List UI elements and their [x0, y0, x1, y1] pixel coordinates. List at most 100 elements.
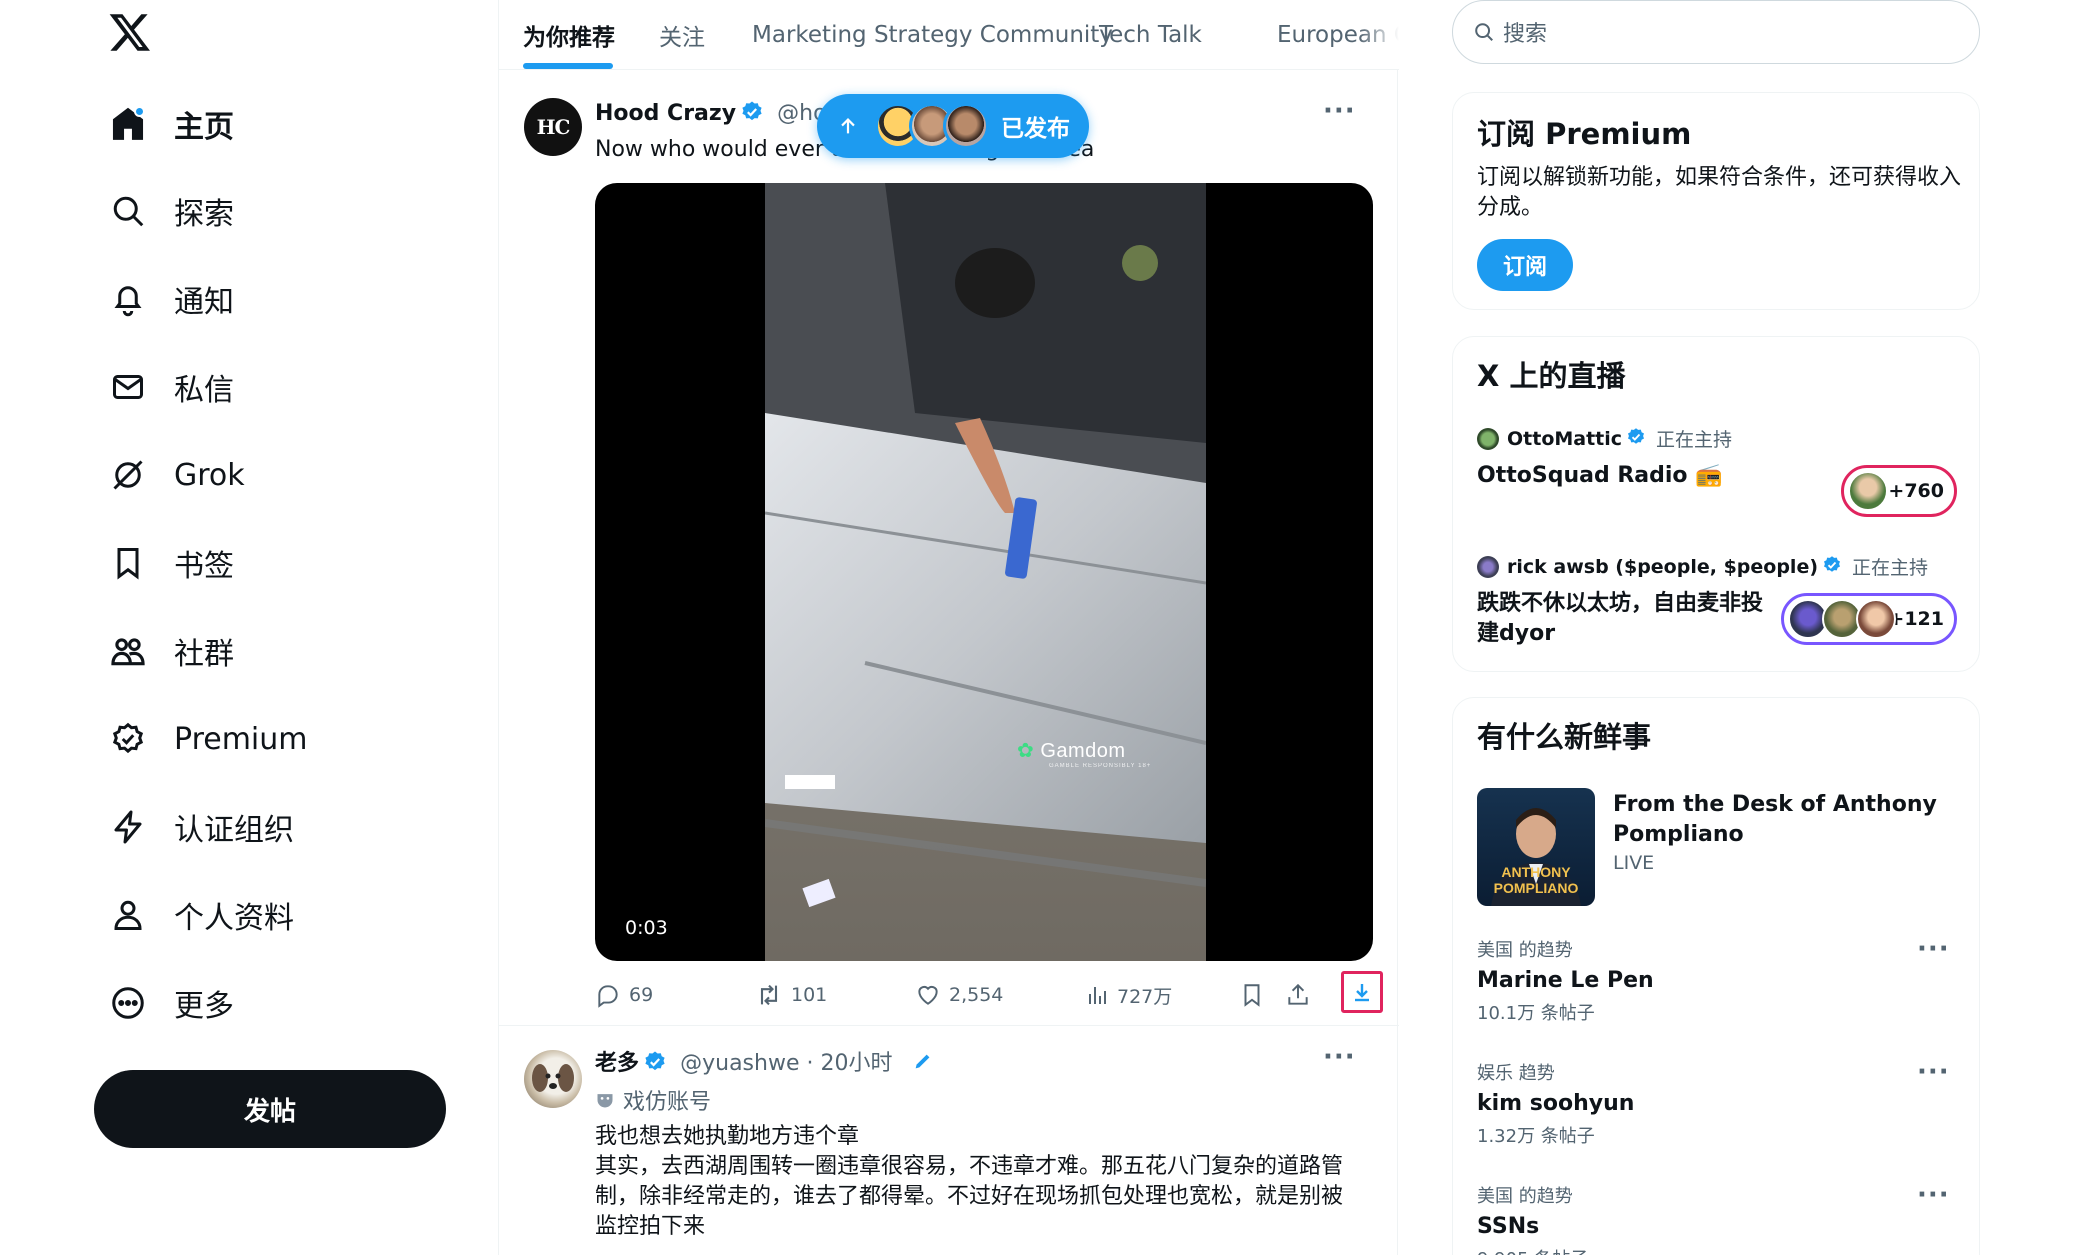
subscribe-button[interactable]: 订阅 [1477, 239, 1573, 291]
search-icon [108, 191, 148, 231]
retweet-icon [760, 984, 778, 1006]
retweet-button[interactable]: 101 [755, 975, 827, 1015]
view-count: 727万 [1117, 985, 1173, 1008]
hosting-status: 正在主持 [1852, 557, 1929, 579]
search-icon [1473, 21, 1495, 43]
space-title[interactable]: 跌跌不休以太坊，自由麦非投建dyor [1477, 589, 1777, 649]
notification-dot [134, 106, 145, 117]
author-name[interactable]: 老多 [595, 1051, 639, 1076]
main-timeline: 为你推荐 关注 Marketing Strategy Community Tec… [498, 0, 1399, 1255]
nav-item-bookmarks[interactable]: 书签 [108, 535, 234, 591]
nav-item-profile[interactable]: 个人资料 [108, 887, 294, 943]
tweet-line: 监控拍下来 [595, 1214, 706, 1239]
search-box[interactable]: 搜索 [1452, 0, 1980, 64]
host-avatar [1477, 427, 1499, 450]
author-handle-time[interactable]: @yuashwe · 20小时 [680, 1051, 892, 1076]
trend-item[interactable]: 美国 的趋势 SSNs 9,905 条帖子 [1477, 1182, 1957, 1255]
verified-badge-icon [1822, 555, 1846, 579]
trend-category: 美国 的趋势 [1477, 940, 1573, 961]
tab-marketing-strategy-community[interactable]: Marketing Strategy Community [752, 0, 1113, 69]
bookmark-icon [108, 543, 148, 583]
tab-tech-talk[interactable]: Tech Talk [1099, 0, 1202, 69]
tab-following[interactable]: 关注 [659, 0, 705, 69]
premium-text: 订阅以解锁新功能，如果符合条件，还可获得收入分成。 [1477, 165, 1962, 220]
podcast-title[interactable]: From the Desk of Anthony Pompliano [1613, 790, 1953, 850]
space-host-line[interactable]: rick awsb ($people, $people) 正在主持 [1477, 553, 1928, 580]
hosting-status: 正在主持 [1656, 429, 1733, 451]
premium-title: 订阅 Premium [1477, 117, 1692, 151]
premium-icon [108, 719, 148, 759]
tab-for-you[interactable]: 为你推荐 [523, 0, 615, 69]
tweet-divider [499, 1025, 1399, 1026]
video-player[interactable]: ✿ Gamdom GAMBLE RESPONSIBLY 18+ 0:03 [595, 183, 1373, 961]
bell-icon [108, 279, 148, 319]
nav-item-more[interactable]: 更多 [108, 975, 234, 1031]
tabs-fade [1359, 0, 1399, 69]
nav-item-home[interactable]: 主页 [108, 96, 234, 152]
share-button[interactable] [1285, 975, 1319, 1015]
nav-item-explore[interactable]: 探索 [108, 183, 234, 239]
like-button[interactable]: 2,554 [915, 975, 1003, 1015]
video-still [765, 183, 1206, 961]
search-placeholder: 搜索 [1503, 22, 1548, 47]
published-label: 已发布 [1001, 116, 1070, 142]
listener-count: +760 [1888, 480, 1944, 502]
nav-item-notifications[interactable]: 通知 [108, 271, 234, 327]
whats-happening-title: 有什么新鲜事 [1477, 720, 1652, 754]
trend-more-icon[interactable]: ··· [1917, 1057, 1950, 1087]
avatar[interactable]: HC [524, 98, 582, 156]
trend-count: 9,905 条帖子 [1477, 1245, 1957, 1255]
download-button[interactable] [1341, 971, 1383, 1013]
verified-badge-icon [1626, 427, 1650, 451]
share-icon [1288, 983, 1308, 1005]
nav-label: 社群 [174, 637, 234, 672]
left-sidebar: 主页 探索 通知 私信 Grok 书签 社群 Premium 认证组织 个人资料… [0, 0, 500, 1255]
nav-label: 更多 [174, 989, 234, 1024]
nav-item-grok[interactable]: Grok [108, 447, 245, 503]
author-name[interactable]: Hood Crazy [595, 101, 736, 126]
nav-label: 私信 [174, 373, 234, 408]
listener-avatar [1848, 471, 1888, 511]
nav-item-verified-orgs[interactable]: 认证组织 [108, 799, 294, 855]
space-listeners[interactable]: +121 [1781, 593, 1957, 645]
nav-label: 认证组织 [174, 813, 294, 848]
home-icon [108, 104, 148, 144]
reply-icon [598, 985, 618, 1008]
mail-icon [108, 367, 148, 407]
post-button[interactable]: 发帖 [94, 1070, 446, 1148]
more-options-icon[interactable]: ··· [1323, 1042, 1356, 1072]
published-pill[interactable]: 已发布 [817, 94, 1089, 158]
nav-label: Grok [174, 457, 245, 493]
tweet-header: Hood Crazy @hoo [595, 100, 840, 126]
trend-count: 10.1万 条帖子 [1477, 1003, 1595, 1024]
nav-item-communities[interactable]: 社群 [108, 623, 234, 679]
trend-name: kim soohyun [1477, 1091, 1635, 1116]
nav-item-premium[interactable]: Premium [108, 711, 308, 767]
nav-label: 主页 [174, 110, 234, 145]
reply-button[interactable]: 69 [595, 975, 653, 1015]
video-frame: ✿ Gamdom GAMBLE RESPONSIBLY 18+ [765, 183, 1206, 961]
trend-item[interactable]: 美国 的趋势 Marine Le Pen 10.1万 条帖子 [1477, 936, 1957, 1025]
space-listeners[interactable]: +760 [1841, 465, 1957, 517]
nav-item-messages[interactable]: 私信 [108, 359, 234, 415]
bookmark-button[interactable] [1239, 975, 1273, 1015]
bookmark-icon [1244, 984, 1260, 1007]
trend-item[interactable]: 娱乐 趋势 kim soohyun 1.32万 条帖子 [1477, 1059, 1957, 1148]
podcast-thumbnail[interactable]: ANTHONY POMPLIANO [1477, 788, 1595, 906]
space-title[interactable]: OttoSquad Radio 📻 [1477, 461, 1797, 491]
right-sidebar: 搜索 订阅 Premium 订阅以解锁新功能，如果符合条件，还可获得收入分成。 … [1440, 0, 1980, 1255]
tweet-line: 其实，去西湖周围转一圈违章很容易，不违章才难。那五花八门复杂的道路管 [595, 1154, 1344, 1179]
tweet-body: 我也想去她执勤地方违个章 其实，去西湖周围转一圈违章很容易，不违章才难。那五花八… [595, 1122, 1395, 1242]
trend-name: Marine Le Pen [1477, 968, 1654, 993]
views-button[interactable]: 727万 [1085, 975, 1172, 1015]
active-tab-indicator [523, 63, 613, 69]
trend-more-icon[interactable]: ··· [1917, 1180, 1950, 1210]
like-count: 2,554 [949, 984, 1004, 1006]
nav-label: Premium [174, 721, 308, 757]
avatar[interactable] [524, 1050, 582, 1108]
download-icon [1355, 984, 1369, 1002]
more-options-icon[interactable]: ··· [1323, 96, 1356, 126]
x-logo-icon[interactable] [108, 10, 156, 58]
space-host-line[interactable]: OttoMattic 正在主持 [1477, 425, 1732, 452]
trend-more-icon[interactable]: ··· [1917, 934, 1950, 964]
